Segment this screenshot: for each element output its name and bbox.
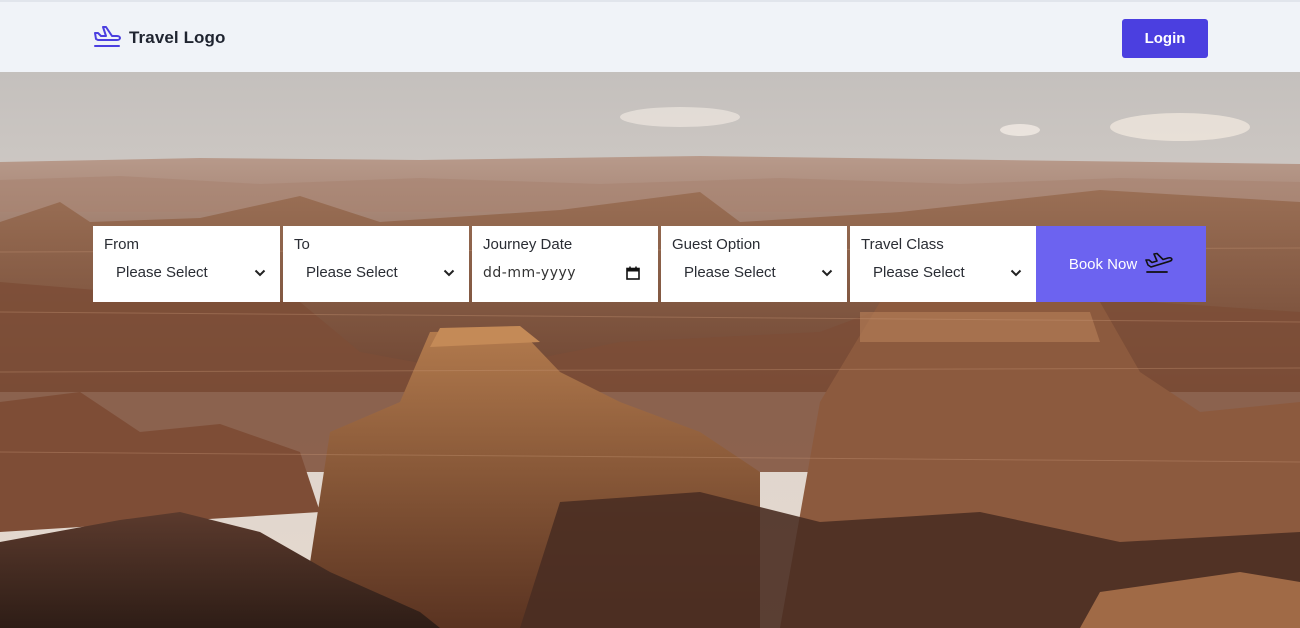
airplane-takeoff-icon [1145, 252, 1173, 273]
book-now-button[interactable]: Book Now [1036, 226, 1206, 302]
travel-class-field[interactable]: Travel Class Please Select [850, 226, 1036, 302]
airplane-takeoff-icon [94, 26, 121, 47]
travel-class-value: Please Select [873, 264, 965, 281]
login-button[interactable]: Login [1122, 19, 1208, 58]
chevron-down-icon [821, 269, 833, 276]
hero-background-image [0, 72, 1300, 628]
calendar-icon[interactable] [626, 266, 640, 280]
guest-option-field[interactable]: Guest Option Please Select [661, 226, 847, 302]
top-navbar: Travel Logo Login [0, 0, 1300, 72]
guest-option-label: Guest Option [672, 236, 761, 253]
to-select-value: Please Select [306, 264, 398, 281]
booking-search-bar: From Please Select To Please Select Jour… [93, 226, 1208, 302]
travel-class-label: Travel Class [861, 236, 944, 253]
book-now-label: Book Now [1068, 255, 1138, 273]
to-field[interactable]: To Please Select [283, 226, 469, 302]
from-select-value: Please Select [116, 264, 208, 281]
journey-date-input[interactable]: dd-mm-yyyy [483, 265, 646, 281]
brand-logo[interactable]: Travel Logo [93, 25, 226, 51]
chevron-down-icon [254, 269, 266, 276]
chevron-down-icon [443, 269, 455, 276]
chevron-down-icon [1010, 269, 1022, 276]
canyon-landscape-image [0, 72, 1300, 628]
brand-name: Travel Logo [129, 28, 226, 47]
from-field[interactable]: From Please Select [93, 226, 280, 302]
to-select[interactable]: Please Select [306, 264, 457, 281]
travel-class-select[interactable]: Please Select [873, 264, 1024, 281]
guest-option-select[interactable]: Please Select [684, 264, 835, 281]
journey-date-label: Journey Date [483, 236, 573, 253]
journey-date-field[interactable]: Journey Date dd-mm-yyyy [472, 226, 658, 302]
to-label: To [294, 236, 310, 253]
journey-date-placeholder: dd-mm-yyyy [483, 265, 577, 281]
from-select[interactable]: Please Select [116, 264, 268, 281]
from-label: From [104, 236, 139, 253]
guest-option-value: Please Select [684, 264, 776, 281]
